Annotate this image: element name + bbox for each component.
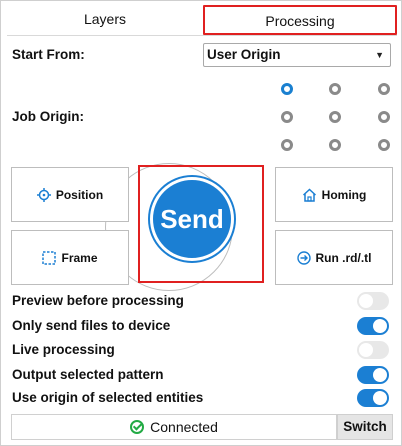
- job-origin-label: Job Origin:: [12, 109, 84, 124]
- toggle-knob: [359, 343, 373, 357]
- origin-radio-middle-right[interactable]: [378, 111, 390, 123]
- toggle-knob: [373, 391, 387, 405]
- run-arrow-icon: [296, 250, 311, 265]
- origin-radio-bottom-center[interactable]: [329, 139, 341, 151]
- origin-radio-bottom-right[interactable]: [378, 139, 390, 151]
- option-use-origin-label: Use origin of selected entities: [12, 390, 204, 405]
- tab-layers[interactable]: Layers: [7, 5, 203, 35]
- option-live-label: Live processing: [12, 342, 115, 357]
- job-origin-grid: [277, 81, 397, 153]
- run-file-button[interactable]: Run .rd/.tl: [275, 230, 393, 285]
- origin-radio-bottom-left[interactable]: [281, 139, 293, 151]
- processing-panel: Layers Processing Start From: User Origi…: [0, 0, 402, 446]
- crosshair-icon: [36, 187, 51, 202]
- toggle-knob: [373, 319, 387, 333]
- origin-radio-middle-left[interactable]: [281, 111, 293, 123]
- toggle-knob: [373, 368, 387, 382]
- position-button[interactable]: Position: [11, 167, 129, 222]
- run-file-label: Run .rd/.tl: [315, 250, 372, 265]
- toggle-only-send-files[interactable]: [357, 317, 389, 335]
- toggle-preview-before-processing[interactable]: [357, 292, 389, 310]
- toggle-knob: [359, 294, 373, 308]
- tab-divider: [7, 35, 397, 36]
- start-from-label: Start From:: [12, 47, 85, 62]
- origin-radio-top-center[interactable]: [329, 83, 341, 95]
- option-output-selected-label: Output selected pattern: [12, 367, 164, 382]
- send-highlight-box: [138, 165, 264, 283]
- frame-icon: [42, 250, 57, 265]
- tab-processing[interactable]: Processing: [203, 5, 397, 35]
- origin-radio-center[interactable]: [329, 111, 341, 123]
- toggle-use-origin-of-selected[interactable]: [357, 389, 389, 407]
- start-from-select[interactable]: User Origin ▼: [203, 43, 391, 67]
- tab-bar: Layers Processing: [7, 5, 397, 35]
- machine-controls: Position Frame Homing Run .rd/.tl Send: [11, 163, 393, 291]
- switch-button[interactable]: Switch: [337, 414, 393, 440]
- frame-button[interactable]: Frame: [11, 230, 129, 285]
- connection-status-text: Connected: [150, 419, 218, 435]
- chevron-down-icon: ▼: [375, 50, 384, 60]
- option-preview-label: Preview before processing: [12, 293, 184, 308]
- toggle-output-selected-pattern[interactable]: [357, 366, 389, 384]
- check-circle-icon: [130, 420, 145, 434]
- origin-radio-top-left[interactable]: [281, 83, 293, 95]
- homing-button[interactable]: Homing: [275, 167, 393, 222]
- toggle-live-processing[interactable]: [357, 341, 389, 359]
- home-icon: [302, 187, 316, 202]
- option-only-send-label: Only send files to device: [12, 318, 171, 333]
- position-label: Position: [55, 187, 104, 202]
- frame-label: Frame: [61, 250, 98, 265]
- origin-radio-top-right[interactable]: [378, 83, 390, 95]
- start-from-value: User Origin: [207, 47, 281, 62]
- homing-label: Homing: [321, 187, 367, 202]
- connection-status: Connected: [11, 414, 337, 440]
